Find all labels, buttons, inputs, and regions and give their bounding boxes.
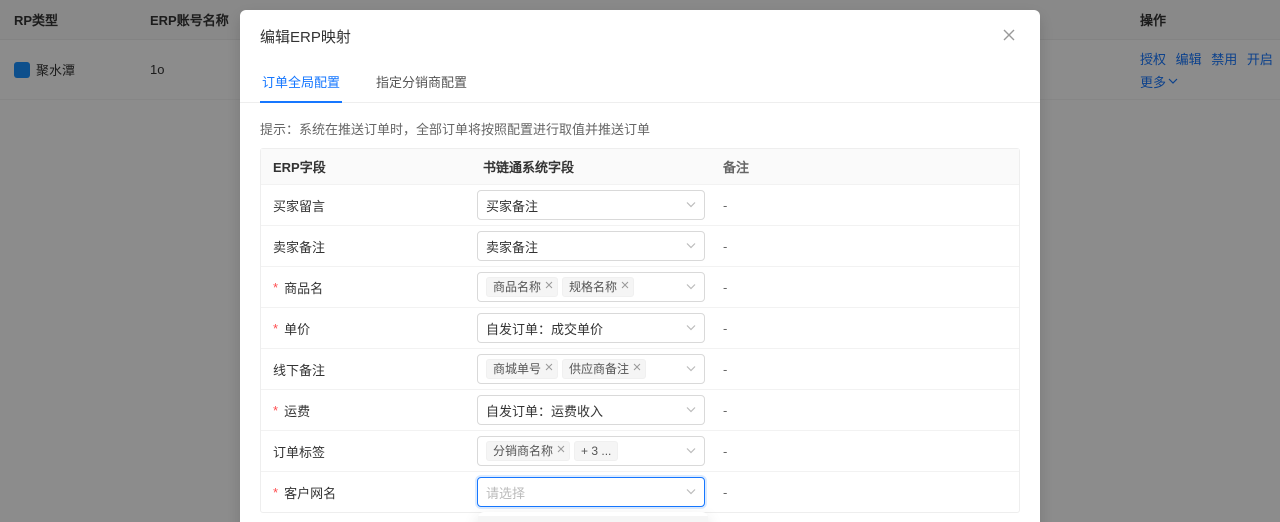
sys-field-select[interactable]: 自发订单：运费收入 xyxy=(477,395,705,425)
note-cell: - xyxy=(711,436,1019,467)
th-note: 备注 xyxy=(711,149,1019,184)
erp-field-label: 线下备注 xyxy=(261,352,471,387)
erp-field-label: *单价 xyxy=(261,311,471,346)
modal-edit-erp-mapping: 编辑ERP映射 订单全局配置 指定分销商配置 提示：系统在推送订单时，全部订单将… xyxy=(240,10,1040,522)
tab-distributor-config[interactable]: 指定分销商配置 xyxy=(374,62,469,102)
sys-field-select[interactable]: 买家备注 xyxy=(477,190,705,220)
note-cell: - xyxy=(711,354,1019,385)
modal-tabs: 订单全局配置 指定分销商配置 xyxy=(240,62,1040,103)
mapping-row: 买家留言买家备注- xyxy=(261,184,1019,225)
tag-remove-icon[interactable] xyxy=(633,360,641,378)
note-cell: - xyxy=(711,272,1019,303)
tag-overflow[interactable]: + 3 ... xyxy=(574,441,618,461)
th-sys-field: 书链通系统字段 xyxy=(471,149,711,184)
select-tag: 供应商备注 xyxy=(562,359,646,379)
sys-field-select[interactable]: 自发订单：成交单价 xyxy=(477,313,705,343)
erp-field-label: 买家留言 xyxy=(261,188,471,223)
chevron-down-icon xyxy=(686,200,696,210)
chevron-down-icon xyxy=(686,241,696,251)
chevron-down-icon xyxy=(686,323,696,333)
tag-remove-icon[interactable] xyxy=(545,278,553,296)
tag-remove-icon[interactable] xyxy=(621,278,629,296)
note-cell: - xyxy=(711,477,1019,508)
select-dropdown: 书链通分销商订单&名称书链通加密信息 xyxy=(478,512,708,522)
select-tag: 商城单号 xyxy=(486,359,558,379)
note-cell: - xyxy=(711,231,1019,262)
chevron-down-icon xyxy=(686,364,696,374)
chevron-down-icon xyxy=(686,487,696,497)
mapping-row: 卖家备注卖家备注- xyxy=(261,225,1019,266)
note-cell: - xyxy=(711,395,1019,426)
erp-field-label: *客户网名 xyxy=(261,475,471,510)
chevron-down-icon xyxy=(686,282,696,292)
sys-field-select[interactable]: 商品名称规格名称 xyxy=(477,272,705,302)
select-tag: 商品名称 xyxy=(486,277,558,297)
sys-field-select[interactable]: 卖家备注 xyxy=(477,231,705,261)
note-cell: - xyxy=(711,313,1019,344)
sys-field-select[interactable]: 请选择书链通分销商订单&名称书链通加密信息 xyxy=(477,477,705,507)
required-asterisk: * xyxy=(273,280,278,295)
mapping-row: *单价自发订单：成交单价- xyxy=(261,307,1019,348)
tab-global-config[interactable]: 订单全局配置 xyxy=(260,62,342,103)
required-asterisk: * xyxy=(273,485,278,500)
select-tag: 规格名称 xyxy=(562,277,634,297)
mapping-row: *运费自发订单：运费收入- xyxy=(261,389,1019,430)
mapping-table: ERP字段 书链通系统字段 备注 买家留言买家备注-卖家备注卖家备注-*商品名商… xyxy=(260,148,1020,513)
dropdown-option[interactable]: 书链通分销商订单&名称 xyxy=(478,516,708,522)
note-cell: - xyxy=(711,190,1019,221)
chevron-down-icon xyxy=(686,405,696,415)
config-hint: 提示：系统在推送订单时，全部订单将按照配置进行取值并推送订单 xyxy=(260,119,1020,138)
select-tag: 分销商名称 xyxy=(486,441,570,461)
close-icon xyxy=(1002,28,1016,42)
erp-field-label: 卖家备注 xyxy=(261,229,471,264)
modal-close-button[interactable] xyxy=(998,24,1020,49)
tag-remove-icon[interactable] xyxy=(557,442,565,460)
tag-remove-icon[interactable] xyxy=(545,360,553,378)
erp-field-label: *运费 xyxy=(261,393,471,428)
required-asterisk: * xyxy=(273,403,278,418)
sys-field-select[interactable]: 分销商名称+ 3 ... xyxy=(477,436,705,466)
required-asterisk: * xyxy=(273,321,278,336)
chevron-down-icon xyxy=(686,446,696,456)
erp-field-label: *商品名 xyxy=(261,270,471,305)
select-placeholder: 请选择 xyxy=(486,483,525,502)
mapping-row: 线下备注商城单号供应商备注- xyxy=(261,348,1019,389)
erp-field-label: 订单标签 xyxy=(261,434,471,469)
mapping-row: 订单标签分销商名称+ 3 ...- xyxy=(261,430,1019,471)
sys-field-select[interactable]: 商城单号供应商备注 xyxy=(477,354,705,384)
modal-title: 编辑ERP映射 xyxy=(260,26,351,47)
th-erp-field: ERP字段 xyxy=(261,149,471,184)
mapping-row: *商品名商品名称规格名称- xyxy=(261,266,1019,307)
mapping-row: *客户网名请选择书链通分销商订单&名称书链通加密信息- xyxy=(261,471,1019,512)
